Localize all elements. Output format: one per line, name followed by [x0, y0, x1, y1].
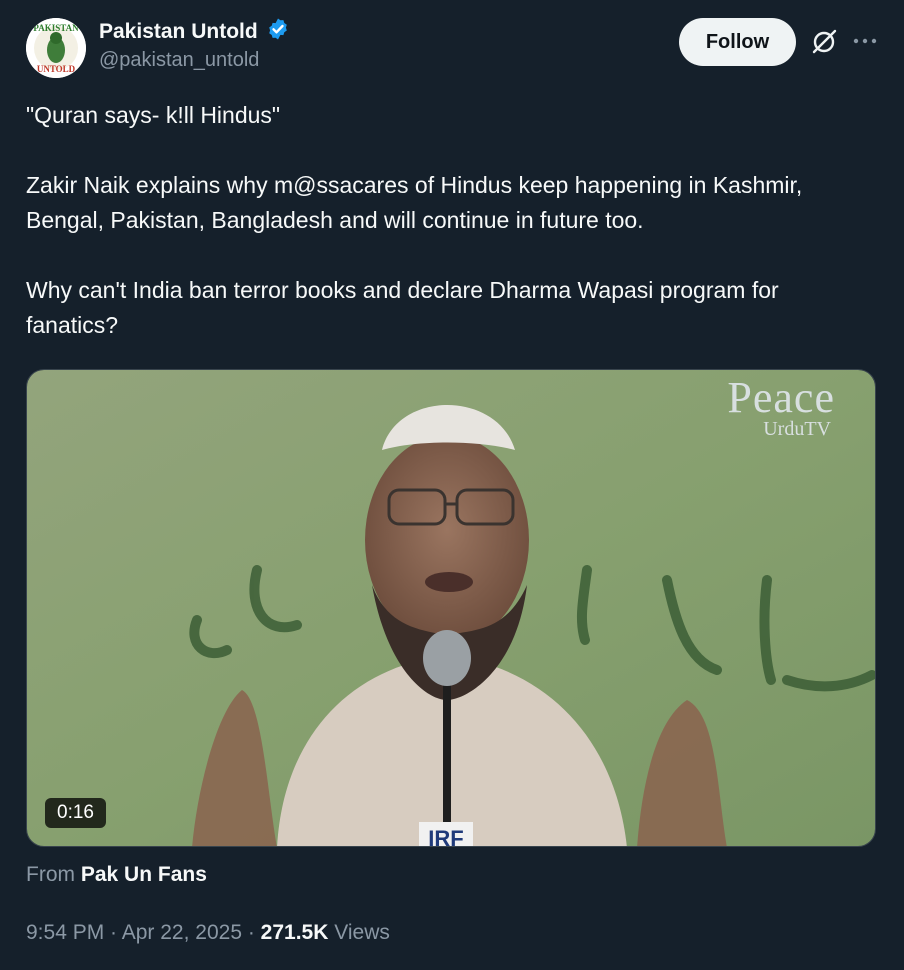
- verified-badge-icon: [266, 17, 290, 46]
- views-label: Views: [328, 921, 390, 944]
- follow-button[interactable]: Follow: [679, 18, 796, 66]
- more-options-icon[interactable]: [852, 30, 878, 61]
- avatar[interactable]: PAKISTAN UNTOLD: [26, 18, 86, 78]
- avatar-text-top: PAKISTAN: [33, 23, 79, 33]
- tweet-meta: 9:54 PM · Apr 22, 2025 · 271.5K Views: [26, 918, 390, 948]
- tweet-text: "Quran says- k!ll Hindus" Zakir Naik exp…: [26, 98, 876, 343]
- author-display-name[interactable]: Pakistan Untold: [99, 18, 258, 46]
- video-player[interactable]: IRF Peace UrduTV 0:16: [26, 369, 876, 847]
- video-duration-badge: 0:16: [45, 798, 106, 828]
- channel-watermark: Peace UrduTV: [727, 373, 835, 440]
- author-handle[interactable]: @pakistan_untold: [99, 46, 290, 74]
- mic-label: IRF: [428, 826, 463, 847]
- tweet-date[interactable]: Apr 22, 2025: [122, 921, 242, 944]
- video-frame: IRF: [27, 370, 875, 847]
- avatar-logo-icon: PAKISTAN UNTOLD: [26, 18, 86, 78]
- tweet-header: PAKISTAN UNTOLD Pakistan Untold @pakista…: [26, 16, 878, 80]
- avatar-text-bottom: UNTOLD: [37, 64, 76, 74]
- tweet-text-line1: "Quran says- k!ll Hindus": [26, 102, 281, 128]
- tweet-text-para2: Zakir Naik explains why m@ssacares of Hi…: [26, 172, 803, 233]
- watermark-main: Peace: [727, 373, 835, 422]
- tweet-text-para3: Why can't India ban terror books and dec…: [26, 277, 779, 338]
- tweet-time[interactable]: 9:54 PM: [26, 921, 104, 944]
- attribution-source-link[interactable]: Pak Un Fans: [81, 863, 207, 886]
- watermark-sub: UrduTV: [763, 418, 831, 440]
- views-count: 271.5K: [260, 921, 329, 944]
- author-info: Pakistan Untold @pakistan_untold: [99, 18, 290, 74]
- video-attribution: From Pak Un Fans: [26, 860, 207, 890]
- grok-icon[interactable]: [810, 28, 838, 61]
- meta-separator: ·: [242, 921, 261, 944]
- meta-separator: ·: [104, 921, 122, 944]
- attribution-prefix: From: [26, 863, 75, 886]
